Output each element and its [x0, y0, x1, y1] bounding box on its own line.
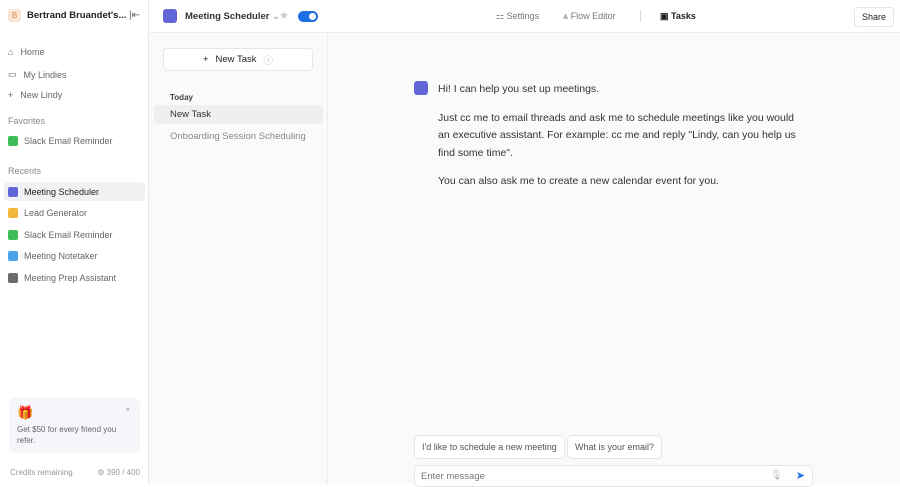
- workspace-avatar: B: [8, 9, 21, 22]
- tab-flow-editor[interactable]: ⩓ Flow Editor: [563, 11, 616, 22]
- tab-tasks[interactable]: ▣ Tasks: [660, 11, 696, 22]
- message-paragraph: You can also ask me to create a new cale…: [438, 175, 719, 187]
- group-heading: Today: [170, 93, 193, 102]
- item-label: Meeting Prep Assistant: [24, 272, 117, 283]
- plus-icon: +: [202, 54, 209, 65]
- recent-item[interactable]: Meeting Scheduler: [4, 182, 145, 201]
- nav-label: New Lindy: [20, 90, 63, 100]
- nav-new-lindy[interactable]: + New Lindy: [8, 90, 62, 100]
- nav-home[interactable]: ⌂ Home: [8, 47, 44, 57]
- suggestion-chip[interactable]: What is your email?: [567, 435, 663, 459]
- nav-my-lindies[interactable]: ▭ My Lindies: [8, 69, 67, 80]
- home-icon: ⌂: [8, 47, 14, 57]
- recent-item[interactable]: Meeting Prep Assistant: [4, 268, 145, 287]
- agent-icon: [8, 135, 18, 146]
- item-label: Lead Generator: [24, 207, 88, 218]
- favorite-item[interactable]: Slack Email Reminder: [4, 131, 145, 150]
- message-paragraph: Hi! I can help you set up meetings.: [438, 83, 600, 95]
- agent-name-dropdown[interactable]: Meeting Scheduler ⌄: [185, 11, 280, 22]
- favorites-heading: Favorites: [8, 116, 46, 126]
- share-button[interactable]: Share: [854, 7, 895, 27]
- gear-icon: ⚙: [97, 468, 107, 477]
- recent-item[interactable]: Slack Email Reminder: [4, 225, 145, 244]
- sliders-icon: ⚏: [496, 11, 507, 21]
- flow-icon: ⩓: [563, 11, 571, 21]
- recent-item[interactable]: Lead Generator: [4, 203, 145, 222]
- info-icon: ⓘ: [263, 55, 274, 67]
- task-item[interactable]: Onboarding Session Scheduling: [170, 131, 306, 142]
- item-label: Meeting Scheduler: [24, 186, 100, 197]
- agent-icon: [8, 272, 18, 283]
- recent-item[interactable]: Meeting Notetaker: [4, 246, 145, 265]
- agent-icon: [163, 9, 177, 23]
- referral-text: Get $50 for every friend you refer.: [17, 425, 117, 445]
- new-task-button[interactable]: + New Task ⓘ: [163, 48, 313, 71]
- credits-label: Credits remaining: [10, 468, 73, 477]
- credits-value: 390 / 400: [106, 468, 140, 477]
- button-label: New Task: [215, 54, 257, 65]
- agent-message: Hi! I can help you set up meetings. Just…: [438, 81, 808, 202]
- agent-icon: [8, 186, 18, 197]
- message-paragraph: Just cc me to email threads and ask me t…: [438, 111, 796, 159]
- agent-icon: [8, 250, 18, 261]
- nav-label: My Lindies: [23, 69, 67, 80]
- collapse-sidebar-icon[interactable]: |⇤: [129, 10, 140, 21]
- sidebar: B Bertrand Bruandet's... |⇤ ⌂ Home ▭ My Li…: [0, 0, 149, 484]
- chat-area: Hi! I can help you set up meetings. Just…: [328, 33, 900, 487]
- microphone-icon[interactable]: 🎙: [770, 470, 782, 481]
- task-item[interactable]: New Task: [154, 105, 323, 124]
- recents-heading: Recents: [8, 166, 42, 176]
- agent-icon: [8, 207, 18, 218]
- plus-icon: +: [8, 90, 14, 100]
- star-icon[interactable]: ★: [279, 9, 289, 22]
- item-label: Slack Email Reminder: [24, 229, 113, 240]
- agent-icon: [8, 229, 18, 240]
- task-panel: + New Task ⓘ Today New Task Onboarding Ses…: [149, 33, 328, 484]
- close-icon[interactable]: ×: [125, 404, 130, 415]
- nav-label: Home: [20, 47, 45, 57]
- referral-card: 🎁 × Get $50 for every friend you refer.: [9, 398, 140, 453]
- tab-settings[interactable]: ⚏ Settings: [496, 11, 539, 22]
- workspace-name: Bertrand Bruandet's...: [27, 10, 127, 21]
- input-placeholder: Enter message: [421, 471, 485, 482]
- suggestion-chip[interactable]: I'd like to schedule a new meeting: [414, 435, 565, 459]
- workspace-switcher[interactable]: B Bertrand Bruandet's...: [8, 9, 126, 22]
- folder-icon: ▭: [8, 69, 17, 79]
- item-label: Slack Email Reminder: [24, 135, 113, 146]
- divider: [640, 10, 641, 22]
- credits: Credits remaining ⚙ 390 / 400: [10, 468, 140, 477]
- gift-icon: 🎁: [17, 405, 34, 420]
- active-toggle[interactable]: [298, 11, 318, 22]
- send-icon[interactable]: ➤: [796, 469, 805, 482]
- top-bar: Meeting Scheduler ⌄ ★ ⚏ Settings ⩓ Flow …: [149, 0, 900, 33]
- tasks-icon: ▣: [660, 11, 672, 21]
- agent-avatar-icon: [414, 81, 428, 95]
- item-label: Meeting Notetaker: [24, 250, 98, 261]
